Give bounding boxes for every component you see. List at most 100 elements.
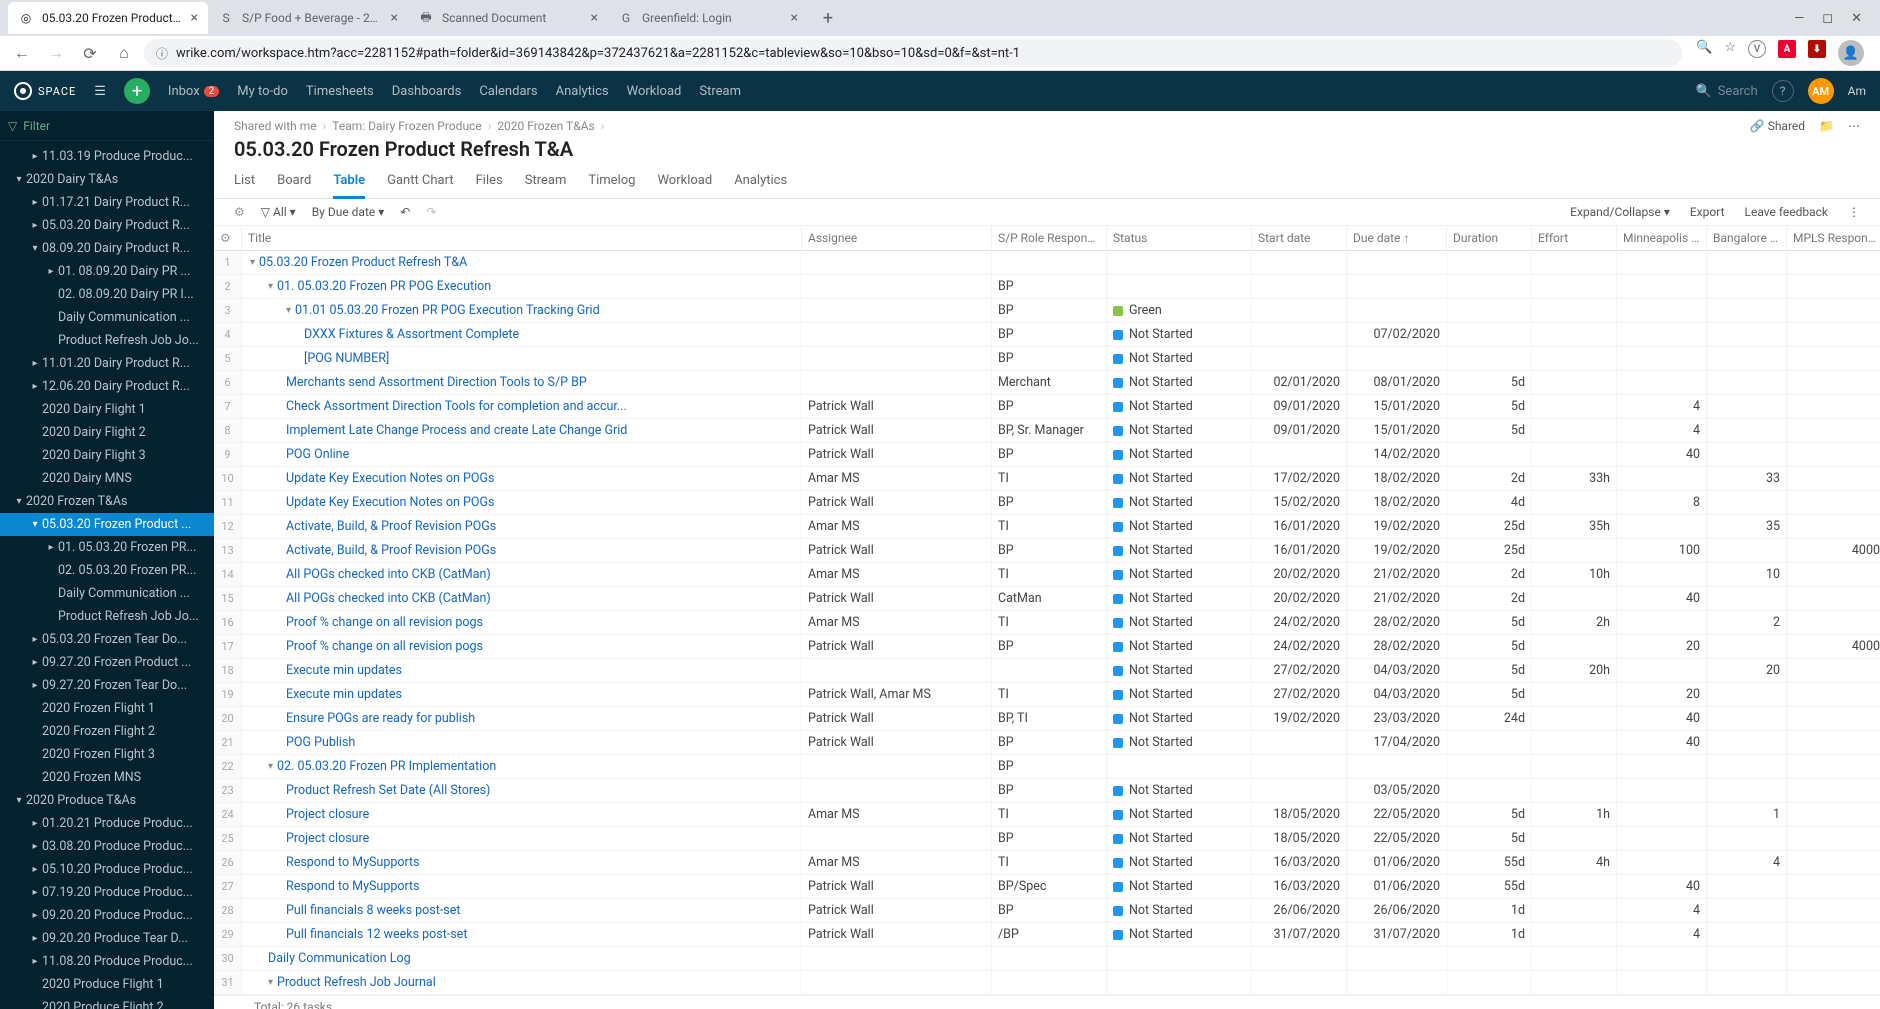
task-title[interactable]: Respond to MySupports [242, 875, 802, 899]
sidebar-item[interactable]: ▸03.08.20 Produce Produc... [0, 835, 214, 858]
bangalore-cell[interactable]: 10 [1707, 563, 1787, 587]
task-title[interactable]: Activate, Build, & Proof Revision POGs [242, 539, 802, 563]
duration-cell[interactable] [1447, 755, 1532, 779]
start-date-cell[interactable]: 18/05/2020 [1252, 803, 1347, 827]
expand-icon[interactable]: ▸ [44, 266, 58, 277]
filter-bar[interactable]: ▽Filter [0, 111, 214, 141]
sidebar-item[interactable]: 2020 Frozen Flight 2 [0, 720, 214, 743]
assignee-cell[interactable] [802, 755, 992, 779]
expand-icon[interactable]: ▾ [28, 243, 42, 254]
task-title[interactable]: Activate, Build, & Proof Revision POGs [242, 515, 802, 539]
view-tab-analytics[interactable]: Analytics [734, 167, 787, 198]
assignee-cell[interactable]: Patrick Wall [802, 899, 992, 923]
duration-cell[interactable] [1447, 731, 1532, 755]
column-header[interactable]: Bangalore Forec... [1707, 226, 1787, 251]
expand-icon[interactable]: ▸ [28, 197, 42, 208]
due-date-cell[interactable]: 01/06/2020 [1347, 875, 1447, 899]
column-header[interactable]: Minneapolis For... [1617, 226, 1707, 251]
mpls-response-cell[interactable] [1787, 419, 1880, 443]
start-date-cell[interactable] [1252, 947, 1347, 971]
view-tab-table[interactable]: Table [333, 167, 365, 199]
expand-icon[interactable]: ▸ [28, 933, 42, 944]
duration-cell[interactable]: 25d [1447, 539, 1532, 563]
status-cell[interactable]: Not Started [1107, 347, 1252, 371]
assignee-cell[interactable]: Amar MS [802, 563, 992, 587]
mpls-response-cell[interactable]: 4000 [1787, 635, 1880, 659]
minneapolis-cell[interactable]: 4 [1617, 419, 1707, 443]
minneapolis-cell[interactable]: 4 [1617, 395, 1707, 419]
bangalore-cell[interactable]: 4 [1707, 851, 1787, 875]
ext-pdf-icon[interactable]: ⬇ [1808, 40, 1826, 58]
effort-cell[interactable] [1532, 923, 1617, 947]
sidebar-item[interactable]: ▸05.03.20 Dairy Product R... [0, 214, 214, 237]
bangalore-cell[interactable] [1707, 299, 1787, 323]
sidebar-item[interactable]: ▸01. 05.03.20 Frozen PR... [0, 536, 214, 559]
status-cell[interactable]: Not Started [1107, 467, 1252, 491]
bangalore-cell[interactable]: 35 [1707, 515, 1787, 539]
bangalore-cell[interactable] [1707, 251, 1787, 275]
role-cell[interactable] [992, 659, 1107, 683]
gear-icon[interactable]: ⚙ [234, 205, 245, 219]
sidebar-item[interactable]: 2020 Dairy Flight 1 [0, 398, 214, 421]
start-date-cell[interactable]: 17/02/2020 [1252, 467, 1347, 491]
assignee-cell[interactable]: Amar MS [802, 611, 992, 635]
effort-cell[interactable] [1532, 899, 1617, 923]
role-cell[interactable]: TI [992, 467, 1107, 491]
duration-cell[interactable]: 25d [1447, 515, 1532, 539]
status-cell[interactable]: Not Started [1107, 419, 1252, 443]
effort-cell[interactable]: 1h [1532, 803, 1617, 827]
sidebar-item[interactable]: Daily Communication ... [0, 582, 214, 605]
status-cell[interactable]: Not Started [1107, 443, 1252, 467]
bangalore-cell[interactable] [1707, 539, 1787, 563]
duration-cell[interactable] [1447, 779, 1532, 803]
view-tab-stream[interactable]: Stream [525, 167, 567, 198]
due-date-cell[interactable]: 04/03/2020 [1347, 659, 1447, 683]
minneapolis-cell[interactable] [1617, 611, 1707, 635]
due-date-cell[interactable]: 26/06/2020 [1347, 899, 1447, 923]
minneapolis-cell[interactable]: 20 [1617, 635, 1707, 659]
task-title[interactable]: ▾01.01 05.03.20 Frozen PR POG Execution … [242, 299, 802, 323]
assignee-cell[interactable]: Patrick Wall [802, 923, 992, 947]
assignee-cell[interactable]: Patrick Wall, Amar MS [802, 683, 992, 707]
task-title[interactable]: Proof % change on all revision pogs [242, 611, 802, 635]
minneapolis-cell[interactable] [1617, 827, 1707, 851]
sidebar-item[interactable]: 2020 Produce Flight 1 [0, 973, 214, 996]
mpls-response-cell[interactable] [1787, 875, 1880, 899]
search-input[interactable]: 🔍Search [1696, 84, 1758, 99]
sidebar-item[interactable]: ▸05.03.20 Frozen Tear Do... [0, 628, 214, 651]
task-title[interactable]: Respond to MySupports [242, 851, 802, 875]
expand-icon[interactable]: ▸ [44, 542, 58, 553]
bangalore-cell[interactable]: 20 [1707, 659, 1787, 683]
start-date-cell[interactable]: 18/05/2020 [1252, 827, 1347, 851]
role-cell[interactable]: BP [992, 635, 1107, 659]
view-tab-workload[interactable]: Workload [657, 167, 712, 198]
duration-cell[interactable]: 5d [1447, 827, 1532, 851]
zoom-icon[interactable]: 🔍 [1696, 40, 1712, 66]
task-title[interactable]: Product Refresh Set Date (All Stores) [242, 779, 802, 803]
close-icon[interactable]: × [191, 10, 198, 26]
expand-icon[interactable]: ▸ [28, 864, 42, 875]
minimize-icon[interactable]: — [1794, 11, 1804, 26]
minneapolis-cell[interactable] [1617, 347, 1707, 371]
expand-icon[interactable]: ▸ [28, 358, 42, 369]
bangalore-cell[interactable] [1707, 755, 1787, 779]
shared-button[interactable]: 🔗 Shared [1750, 119, 1805, 133]
redo-button[interactable]: ↷ [426, 205, 436, 219]
duration-cell[interactable] [1447, 443, 1532, 467]
bangalore-cell[interactable] [1707, 635, 1787, 659]
mpls-response-cell[interactable] [1787, 779, 1880, 803]
start-date-cell[interactable]: 16/03/2020 [1252, 875, 1347, 899]
assignee-cell[interactable] [802, 659, 992, 683]
start-date-cell[interactable]: 09/01/2020 [1252, 419, 1347, 443]
crumb-item[interactable]: Team: Dairy Frozen Produce [332, 119, 481, 133]
due-date-cell[interactable]: 15/01/2020 [1347, 419, 1447, 443]
duration-cell[interactable] [1447, 947, 1532, 971]
caret-icon[interactable]: ▾ [268, 761, 273, 772]
effort-cell[interactable]: 10h [1532, 563, 1617, 587]
browser-tab[interactable]: GGreenfield: Login× [608, 2, 808, 34]
task-title[interactable]: ▾01. 05.03.20 Frozen PR POG Execution [242, 275, 802, 299]
minneapolis-cell[interactable] [1617, 947, 1707, 971]
sidebar-item[interactable]: ▾05.03.20 Frozen Product ... [0, 513, 214, 536]
due-date-cell[interactable]: 18/02/2020 [1347, 491, 1447, 515]
mpls-response-cell[interactable]: 4000 [1787, 539, 1880, 563]
